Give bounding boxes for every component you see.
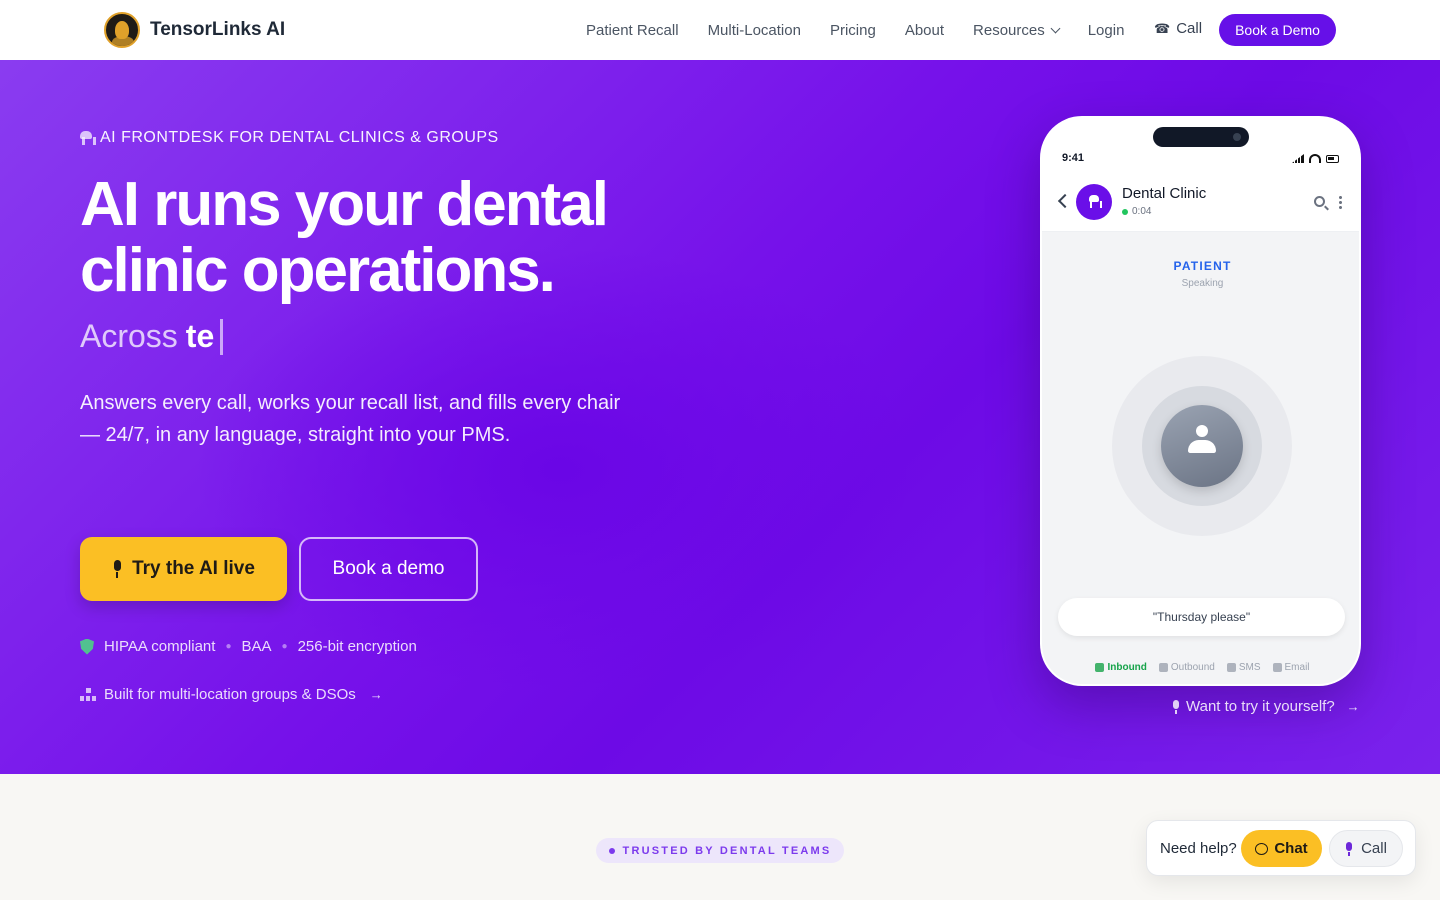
compliance-badges: HIPAA compliant ● BAA ● 256-bit encrypti… <box>80 638 417 655</box>
badge-baa: BAA <box>241 638 272 655</box>
org-chart-icon <box>80 687 96 702</box>
brand-logo-icon <box>104 12 140 48</box>
microphone-icon <box>112 560 122 578</box>
back-arrow-icon[interactable] <box>1057 193 1073 209</box>
brand-logo-link[interactable]: TensorLinks AI <box>104 12 285 48</box>
try-ai-live-label: Try the AI live <box>132 558 255 579</box>
person-icon <box>1188 425 1216 461</box>
signal-icon <box>1292 154 1304 163</box>
arrow-right-icon: → <box>1346 699 1360 714</box>
shield-icon <box>80 638 94 655</box>
header-call-label: Call <box>1176 20 1203 37</box>
nav-login[interactable]: Login <box>1088 22 1125 39</box>
tab-outbound-label: Outbound <box>1170 662 1215 673</box>
headline-line-2: clinic operations. <box>80 236 556 305</box>
hero-description: Answers every call, works your recall li… <box>80 392 621 446</box>
phone-icon: ☎ <box>1154 20 1171 36</box>
status-icons <box>1292 154 1339 163</box>
tab-inbound-label: Inbound <box>1107 662 1147 673</box>
phone-inbound-icon <box>1095 663 1105 672</box>
dot-separator: ● <box>225 641 232 652</box>
multi-location-link[interactable]: Built for multi-location groups & DSOs → <box>80 686 383 703</box>
clinic-avatar <box>1076 184 1112 220</box>
eyebrow-text: AI FRONTDESK FOR DENTAL CLINICS & GROUPS <box>100 129 499 146</box>
patient-avatar <box>1161 405 1243 487</box>
headline-line-1: AI runs your dental <box>80 170 609 239</box>
tab-sms[interactable]: SMS <box>1226 662 1261 673</box>
speaker-label: PATIENT <box>1173 259 1232 273</box>
nav-resources-dropdown[interactable]: Resources <box>973 21 1061 39</box>
hero-eyebrow: AI FRONTDESK FOR DENTAL CLINICS & GROUPS <box>80 129 499 147</box>
trusted-label: TRUSTED BY DENTAL TEAMS <box>622 844 832 857</box>
call-timer: 0:04 <box>1122 206 1151 217</box>
pill-dot-icon <box>608 847 615 854</box>
nav-about[interactable]: About <box>905 22 944 39</box>
help-widget: Need help? Chat Call <box>1146 820 1416 876</box>
help-chat-button[interactable]: Chat <box>1241 830 1322 867</box>
trusted-by-pill: TRUSTED BY DENTAL TEAMS <box>596 838 844 863</box>
tab-outbound[interactable]: Outbound <box>1158 662 1215 673</box>
typewriter-line: Across te <box>80 318 224 355</box>
phone-outbound-icon <box>1158 663 1168 672</box>
dynamic-island <box>1153 127 1249 147</box>
typewriter-prefix: Across <box>80 318 178 354</box>
clinic-name: Dental Clinic <box>1122 185 1207 202</box>
try-yourself-link[interactable]: Want to try it yourself? → <box>1172 698 1360 715</box>
nav-pricing[interactable]: Pricing <box>830 22 876 39</box>
book-demo-button[interactable]: Book a Demo <box>1219 14 1336 46</box>
hero-section: AI FRONTDESK FOR DENTAL CLINICS & GROUPS… <box>0 60 1440 774</box>
chevron-down-icon <box>1050 23 1061 33</box>
brand-name: TensorLinks AI <box>150 19 286 40</box>
hero-headline: AI runs your dental clinic operations. <box>80 172 700 304</box>
header-call-link[interactable]: ☎ Call <box>1154 20 1202 37</box>
try-yourself-label: Want to try it yourself? <box>1186 698 1335 715</box>
battery-icon <box>1326 155 1339 163</box>
channel-tabs: Inbound Outbound SMS Email <box>1042 662 1359 673</box>
main-nav: Patient Recall Multi-Location Pricing Ab… <box>586 0 1153 60</box>
typewriter-text: te <box>185 318 215 354</box>
phone-mockup: 9:41 Dental Clinic 0:04 PATIENT Speaking <box>1040 116 1361 686</box>
more-options-icon[interactable] <box>1339 195 1342 210</box>
live-dot-icon <box>1122 208 1128 215</box>
help-label: Need help? <box>1160 840 1237 857</box>
multi-location-label: Built for multi-location groups & DSOs <box>104 686 356 703</box>
status-time: 9:41 <box>1062 152 1085 164</box>
help-chat-label: Chat <box>1274 840 1308 857</box>
call-header: Dental Clinic 0:04 <box>1042 176 1359 232</box>
transcript-bubble: "Thursday please" <box>1058 598 1345 636</box>
dot-separator: ● <box>281 641 288 652</box>
wifi-icon <box>1309 154 1321 163</box>
typewriter-caret <box>220 318 224 355</box>
speaker-status: Speaking <box>1181 278 1224 289</box>
nav-resources-label: Resources <box>973 21 1045 39</box>
call-timer-value: 0:04 <box>1132 206 1152 217</box>
nav-patient-recall[interactable]: Patient Recall <box>586 22 679 39</box>
tab-email[interactable]: Email <box>1272 662 1310 673</box>
tab-sms-label: SMS <box>1238 662 1261 673</box>
microphone-icon <box>1345 841 1353 856</box>
sms-icon <box>1226 663 1236 672</box>
tab-email-label: Email <box>1284 662 1310 673</box>
search-icon[interactable] <box>1314 196 1325 207</box>
badge-encryption: 256-bit encryption <box>297 638 417 655</box>
nav-multi-location[interactable]: Multi-Location <box>708 22 801 39</box>
chat-bubble-icon <box>1255 842 1269 855</box>
tooth-icon <box>80 131 96 145</box>
arrow-right-icon: → <box>369 687 383 702</box>
try-ai-live-button[interactable]: Try the AI live <box>80 537 287 601</box>
site-header: TensorLinks AI Patient Recall Multi-Loca… <box>0 0 1440 60</box>
microphone-icon <box>1172 699 1180 714</box>
help-call-button[interactable]: Call <box>1329 830 1403 867</box>
badge-hipaa: HIPAA compliant <box>104 638 216 655</box>
hero-book-demo-button[interactable]: Book a demo <box>299 537 478 601</box>
email-icon <box>1272 663 1282 672</box>
call-body: PATIENT Speaking "Thursday please" <box>1042 232 1359 684</box>
tab-inbound[interactable]: Inbound <box>1095 662 1147 673</box>
help-call-label: Call <box>1361 840 1387 857</box>
